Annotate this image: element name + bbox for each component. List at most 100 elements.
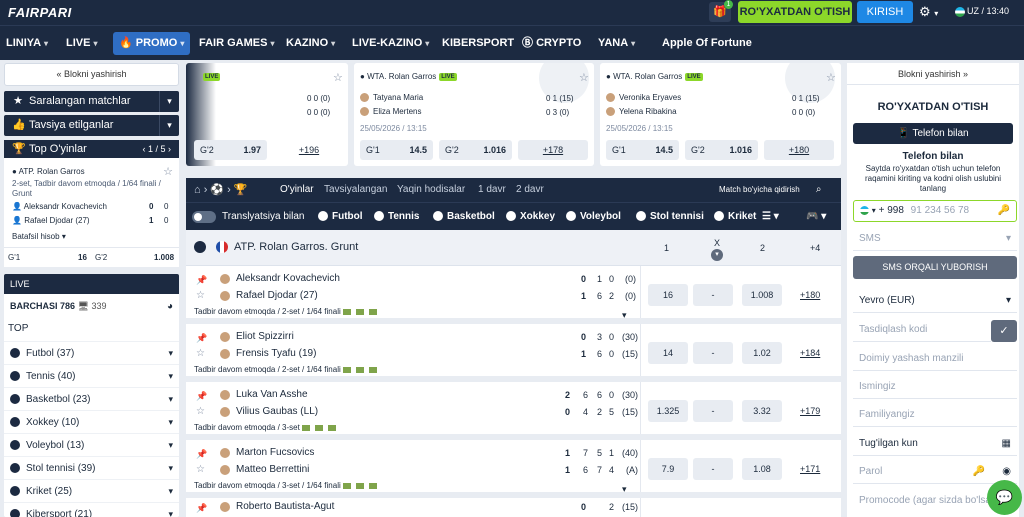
send-sms-button[interactable]: SMS ORQALI YUBORISH <box>853 256 1017 279</box>
more-markets-link[interactable]: +180 <box>764 140 834 160</box>
nav-crypto[interactable]: Ⓑ CRYPTO <box>522 26 581 61</box>
match-card[interactable]: LIVE ☆ 0 0 (0) 0 0 (0) G'2 1.97 +196 <box>186 63 348 166</box>
top-games-pager[interactable]: ‹ 1 / 5 › <box>142 140 171 158</box>
tab-1-davr[interactable]: 1 davr <box>478 178 506 202</box>
saved-matches-row[interactable]: ★ Saralangan matchlar ▾ <box>4 91 179 112</box>
recommended-row[interactable]: 👍 Tavsiya etilganlar ▾ <box>4 115 179 136</box>
favorite-star-icon[interactable]: ☆ <box>333 71 343 84</box>
pin-icon[interactable]: 📌 <box>196 333 207 344</box>
sport-item-xokkey[interactable]: Xokkey (10) ▾ <box>4 410 179 433</box>
birthday-input[interactable]: Tug'ilgan kun ▦ <box>853 432 1017 456</box>
sport-item-futbol[interactable]: Futbol (37) ▾ <box>4 341 179 364</box>
event-row[interactable]: 📌 ☆ Luka Van Asshe Vilius Gaubas (LL) 2 … <box>186 382 841 440</box>
phone-input[interactable]: ▾ + 998 91 234 56 78 🔑 <box>853 200 1017 222</box>
all-live-link[interactable]: BARCHASI 786 🖥 339 <box>10 301 107 312</box>
sport-item-kibersport[interactable]: Kibersport (21) ▾ <box>4 502 179 517</box>
chevron-down-icon[interactable]: ▾ <box>159 91 179 112</box>
favorite-star-icon[interactable]: ☆ <box>196 348 205 359</box>
nav-promo[interactable]: 🔥 PROMO ▾ <box>113 32 191 55</box>
language-selector[interactable]: UZ / 13:40 <box>955 6 1009 17</box>
stats-icon[interactable] <box>342 308 351 315</box>
event-row[interactable]: 📌 ☆ Aleksandr Kovachevich Rafael Djodar … <box>186 266 841 324</box>
sport-item-kriket[interactable]: Kriket (25) ▾ <box>4 479 179 502</box>
chat-icon[interactable]: 💬 <box>987 480 1022 515</box>
favorite-star-icon[interactable]: ☆ <box>196 464 205 475</box>
tab-oyinlar[interactable]: O'yinlar <box>280 178 314 202</box>
odd-1-button[interactable]: 1.325 <box>648 400 688 422</box>
odd-button[interactable]: G'2 1.97 <box>194 140 267 160</box>
odd-1-button[interactable]: 7.9 <box>648 458 688 480</box>
tab-tavsiyalangan[interactable]: Tavsiyalangan <box>324 178 387 202</box>
odd-button[interactable]: G'2 1.016 <box>685 140 758 160</box>
tab-2-davr[interactable]: 2 davr <box>516 178 544 202</box>
odd-1-button[interactable]: 14 <box>648 342 688 364</box>
pin-icon[interactable]: 📌 <box>196 391 207 402</box>
bars-icon[interactable] <box>328 424 337 431</box>
nav-kazino[interactable]: KAZINO ▾ <box>286 26 335 61</box>
filter-futbol[interactable]: Futbol <box>318 203 363 231</box>
odd-value[interactable]: 16 <box>78 253 87 262</box>
chevron-down-icon[interactable]: ▾ <box>622 310 627 321</box>
event-row[interactable]: 📌 ☆ Marton Fucsovics Matteo Berrettini 1… <box>186 440 841 498</box>
more-markets-link[interactable]: +179 <box>800 400 820 422</box>
odd-button[interactable]: G'2 1.016 <box>439 140 512 160</box>
filter-stol-tennisi[interactable]: Stol tennisi <box>636 203 704 231</box>
list-menu-icon[interactable]: ☰ ▾ <box>762 203 779 231</box>
pin-icon[interactable]: 📌 <box>196 275 207 286</box>
more-markets-link[interactable]: +171 <box>800 458 820 480</box>
broadcast-toggle[interactable] <box>192 211 216 223</box>
currency-select[interactable]: Yevro (EUR) ▾ <box>853 289 1017 313</box>
logo[interactable]: FAIRPARI <box>8 5 72 20</box>
check-icon[interactable]: ✓ <box>991 320 1017 342</box>
pie-icon[interactable]: ◕ <box>167 301 173 312</box>
odd-2-button[interactable]: 1.02 <box>742 342 782 364</box>
gift-icon[interactable]: 🎁 1 <box>709 0 733 22</box>
confirm-code-input[interactable]: Tasdiqlash kodi <box>853 318 991 342</box>
nav-yana[interactable]: YANA ▾ <box>598 26 635 61</box>
bars-icon[interactable] <box>368 482 377 489</box>
bars-icon[interactable] <box>368 366 377 373</box>
stats-icon[interactable] <box>302 424 311 431</box>
odd-value[interactable]: 1.008 <box>154 253 174 262</box>
login-button[interactable]: KIRISH <box>857 1 913 23</box>
more-markets-link[interactable]: +184 <box>800 342 820 364</box>
left-hide-button[interactable]: « Blokni yashirish <box>4 63 179 86</box>
odd-2-button[interactable]: 1.08 <box>742 458 782 480</box>
filter-voleybol[interactable]: Voleybol <box>566 203 621 231</box>
match-search[interactable]: Match bo'yicha qidirish ⌕ <box>719 178 822 202</box>
bars-icon[interactable] <box>368 308 377 315</box>
odd-x-button[interactable]: - <box>693 458 733 480</box>
filter-basketbol[interactable]: Basketbol <box>433 203 495 231</box>
sport-item-voleybol[interactable]: Voleybol (13) ▾ <box>4 433 179 456</box>
home-icon[interactable]: ⌂ › ⚽ › 🏆 <box>194 178 248 202</box>
odd-x-button[interactable]: - <box>693 342 733 364</box>
nav-apple-of-fortune[interactable]: Apple Of Fortune <box>662 26 752 61</box>
stats-icon[interactable] <box>342 482 351 489</box>
filter-tennis[interactable]: Tennis <box>374 203 419 231</box>
sport-item-basketbol[interactable]: Basketbol (23) ▾ <box>4 387 179 410</box>
favorite-star-icon[interactable]: ☆ <box>196 406 205 417</box>
favorite-star-icon[interactable]: ☆ <box>579 71 589 84</box>
gamepad-icon[interactable]: 🎮 ▾ <box>806 203 826 231</box>
address-input[interactable]: Doimiy yashash manzili <box>853 347 1017 371</box>
nav-kibersport[interactable]: KIBERSPORT <box>442 26 514 61</box>
event-row[interactable]: 📌 Roberto Bautista-Agut 0 2 (15) <box>186 498 841 517</box>
match-card[interactable]: ● WTA. Rolan Garros LIVE ☆ Veronika Eryav… <box>600 63 841 166</box>
nav-liniya[interactable]: LINIYA ▾ <box>6 26 48 61</box>
pin-icon[interactable]: 📌 <box>196 503 207 514</box>
match-card[interactable]: ● WTA. Rolan Garros LIVE ☆ Tatyana Maria … <box>354 63 594 166</box>
chart-icon[interactable] <box>355 366 364 373</box>
chevron-down-icon[interactable]: ▾ <box>159 115 179 136</box>
register-button[interactable]: RO'YXATDAN O'TISH <box>738 1 852 23</box>
chevron-down-icon[interactable]: ▾ <box>872 206 876 215</box>
odd-x-button[interactable]: - <box>693 400 733 422</box>
chart-icon[interactable] <box>355 308 364 315</box>
odd-button[interactable]: G'1 14.5 <box>606 140 679 160</box>
more-markets-link[interactable]: +178 <box>518 140 588 160</box>
odd-1-button[interactable]: 16 <box>648 284 688 306</box>
more-markets-link[interactable]: +196 <box>279 140 339 160</box>
odd-2-button[interactable]: 3.32 <box>742 400 782 422</box>
tournament-title[interactable]: ATP. Rolan Garros. Grunt <box>234 241 358 253</box>
key-icon[interactable]: 🔑 <box>973 460 985 484</box>
more-markets-link[interactable]: +180 <box>800 284 820 306</box>
